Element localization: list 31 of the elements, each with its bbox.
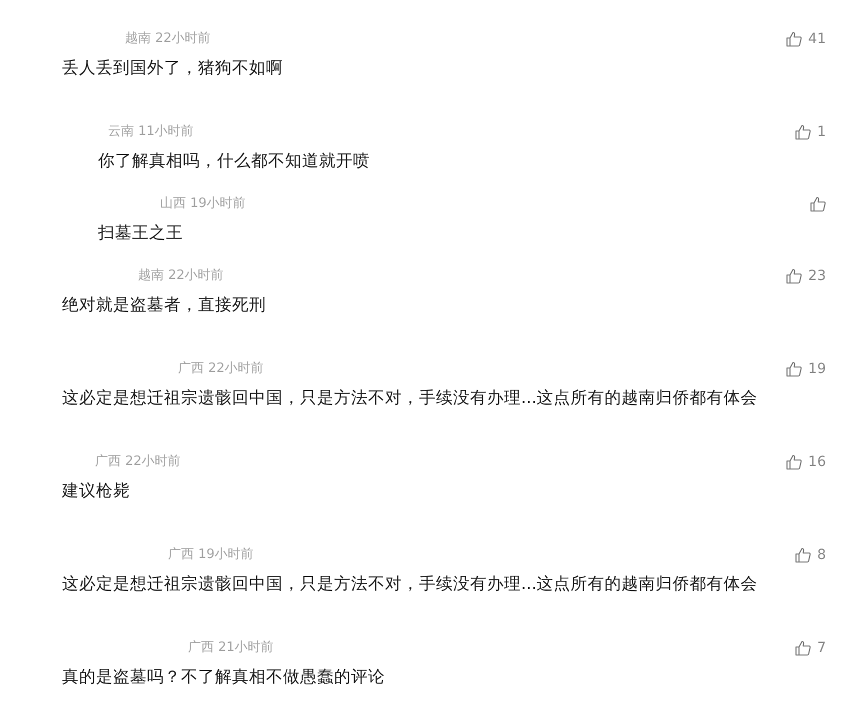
- like-count: 19: [808, 360, 826, 378]
- like-count: 23: [808, 266, 826, 286]
- thumbs-up-icon[interactable]: [795, 640, 812, 656]
- thumbs-up-icon[interactable]: [786, 31, 802, 47]
- thumbs-up-icon[interactable]: [786, 361, 802, 377]
- like-count: 8: [817, 546, 826, 564]
- like-count: 1: [817, 122, 826, 142]
- thumbs-up-icon[interactable]: [795, 124, 812, 140]
- comment-meta: 广西 22小时前: [178, 360, 264, 378]
- comment-text: 扫墓王之王: [98, 222, 184, 244]
- thumbs-up-icon[interactable]: [795, 547, 812, 563]
- thumbs-up-icon[interactable]: [786, 268, 802, 284]
- like-count: 16: [808, 452, 826, 472]
- like-count: 41: [808, 30, 826, 48]
- thumbs-up-icon[interactable]: [786, 454, 802, 470]
- comment-text: 丢人丢到国外了，猪狗不如啊: [62, 57, 284, 79]
- like-count: 7: [817, 638, 826, 658]
- comment-meta: 越南 22小时前: [138, 267, 224, 286]
- comment-meta: 广西 21小时前: [188, 639, 274, 658]
- comment-text: 绝对就是盗墓者，直接死刑: [62, 294, 267, 316]
- thumbs-up-icon[interactable]: [810, 196, 826, 212]
- comment-text: 建议枪毙: [62, 480, 131, 502]
- comment-meta: 越南 22小时前: [125, 30, 211, 48]
- comment-text: 真的是盗墓吗？不了解真相不做愚蠢的评论: [62, 666, 386, 688]
- comment-text: 你了解真相吗，什么都不知道就开喷: [98, 150, 371, 172]
- comment-text: 这必定是想迁祖宗遗骸回中国，只是方法不对，手续没有办理...这点所有的越南归侨都有体会: [62, 573, 759, 595]
- comment-meta: 云南 11小时前: [108, 123, 194, 142]
- comment-text: 这必定是想迁祖宗遗骸回中国，只是方法不对，手续没有办理...这点所有的越南归侨都有体会: [62, 387, 759, 409]
- comment-meta: 山西 19小时前: [160, 195, 246, 214]
- comment-meta: 广西 22小时前: [95, 453, 181, 472]
- comment-meta: 广西 19小时前: [168, 546, 254, 564]
